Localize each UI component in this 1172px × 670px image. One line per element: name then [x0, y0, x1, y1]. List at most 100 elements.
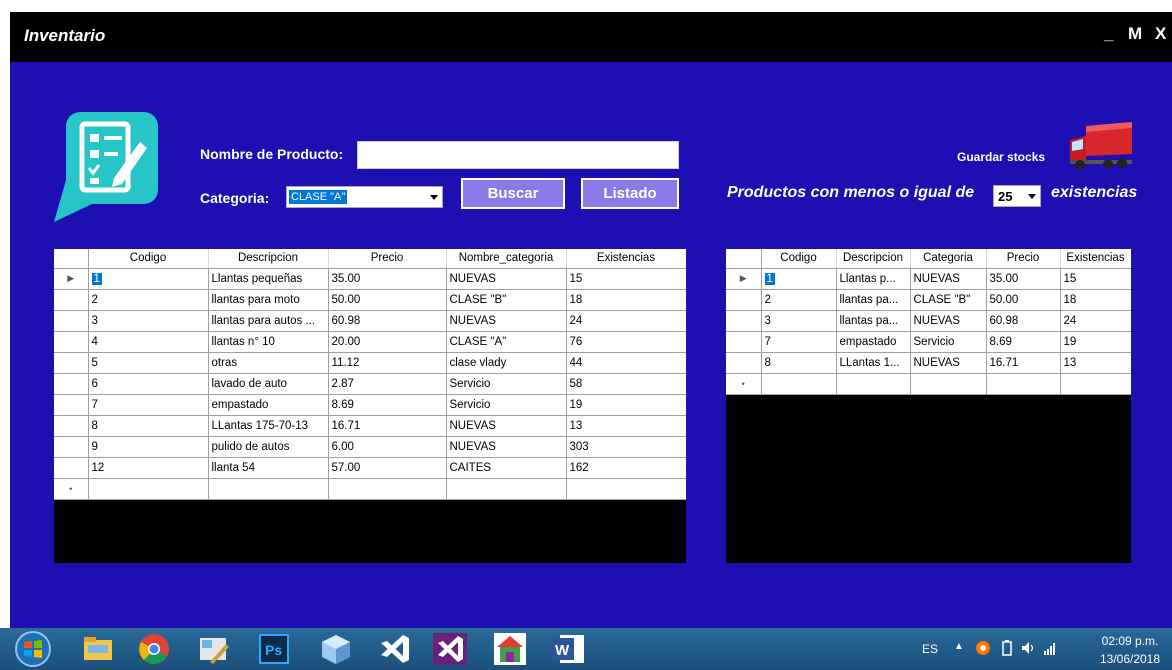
- battery-icon[interactable]: [999, 640, 1015, 656]
- row-header[interactable]: [726, 310, 762, 332]
- table-cell[interactable]: empastado: [836, 331, 911, 353]
- table-cell[interactable]: empastado: [208, 394, 329, 416]
- table-cell[interactable]: 15: [1060, 268, 1131, 290]
- table-cell[interactable]: 18: [1060, 289, 1131, 311]
- truck-icon[interactable]: [1068, 122, 1134, 172]
- row-header[interactable]: [54, 394, 89, 416]
- table-cell[interactable]: [208, 478, 329, 500]
- row-header[interactable]: [54, 457, 89, 479]
- table-cell[interactable]: [446, 478, 567, 500]
- table-cell[interactable]: llantas pa...: [836, 289, 911, 311]
- column-header[interactable]: Codigo: [88, 249, 209, 269]
- table-cell[interactable]: [88, 478, 209, 500]
- table-cell[interactable]: 24: [566, 310, 686, 332]
- new-row[interactable]: •: [54, 478, 686, 500]
- row-header[interactable]: [54, 373, 89, 395]
- language-indicator[interactable]: ES: [922, 642, 938, 656]
- table-cell[interactable]: llantas pa...: [836, 310, 911, 332]
- row-header[interactable]: [726, 289, 762, 311]
- row-header[interactable]: ▶: [726, 268, 762, 290]
- maximize-button[interactable]: M: [1128, 24, 1142, 44]
- table-cell[interactable]: 9: [88, 436, 209, 458]
- column-header[interactable]: Categoria: [910, 249, 987, 269]
- table-cell[interactable]: 50.00: [328, 289, 447, 311]
- table-cell[interactable]: 2: [88, 289, 209, 311]
- table-cell[interactable]: CLASE "A": [446, 331, 567, 353]
- table-cell[interactable]: 18: [566, 289, 686, 311]
- table-cell[interactable]: NUEVAS: [910, 310, 987, 332]
- table-cell[interactable]: llanta 54: [208, 457, 329, 479]
- volume-icon[interactable]: [1020, 640, 1036, 656]
- column-header[interactable]: Precio: [328, 249, 447, 269]
- table-cell[interactable]: llantas para moto: [208, 289, 329, 311]
- visual-studio-2-icon[interactable]: [432, 632, 468, 666]
- table-cell[interactable]: 3: [88, 310, 209, 332]
- table-cell[interactable]: 5: [88, 352, 209, 374]
- table-cell[interactable]: 12: [88, 457, 209, 479]
- table-row[interactable]: ▶ 1 Llantas p... NUEVAS 35.00 15: [726, 268, 1131, 290]
- chevron-down-icon[interactable]: [1027, 191, 1037, 201]
- table-cell[interactable]: NUEVAS: [910, 352, 987, 374]
- low-stock-grid[interactable]: Codigo Descripcion Categoria Precio Exis…: [726, 249, 1131, 563]
- listado-button[interactable]: Listado: [581, 178, 679, 209]
- table-cell[interactable]: 19: [566, 394, 686, 416]
- table-cell[interactable]: NUEVAS: [446, 310, 567, 332]
- file-explorer-icon[interactable]: [80, 632, 116, 666]
- table-cell[interactable]: 35.00: [328, 268, 447, 290]
- row-header[interactable]: [54, 415, 89, 437]
- table-cell[interactable]: 50.00: [986, 289, 1061, 311]
- table-cell[interactable]: [566, 478, 686, 500]
- table-cell[interactable]: 19: [1060, 331, 1131, 353]
- tools-icon[interactable]: [196, 632, 232, 666]
- table-cell[interactable]: [986, 373, 1061, 395]
- table-cell[interactable]: 16.71: [328, 415, 447, 437]
- column-header[interactable]: Descripcion: [208, 249, 329, 269]
- table-cell[interactable]: Servicio: [446, 394, 567, 416]
- table-cell[interactable]: 303: [566, 436, 686, 458]
- table-cell[interactable]: 24: [1060, 310, 1131, 332]
- table-cell[interactable]: 8: [761, 352, 837, 374]
- table-cell[interactable]: [1060, 373, 1131, 395]
- table-cell[interactable]: CLASE "B": [910, 289, 987, 311]
- table-cell[interactable]: otras: [208, 352, 329, 374]
- table-cell[interactable]: Servicio: [910, 331, 987, 353]
- chrome-icon[interactable]: [136, 632, 172, 666]
- table-cell[interactable]: 8: [88, 415, 209, 437]
- buscar-button[interactable]: Buscar: [461, 178, 565, 209]
- table-row[interactable]: 7 empastado 8.69 Servicio 19: [54, 394, 686, 416]
- table-row[interactable]: ▶ 1 Llantas pequeñas 35.00 NUEVAS 15: [54, 268, 686, 290]
- threshold-select[interactable]: 25: [993, 185, 1041, 207]
- table-cell[interactable]: 57.00: [328, 457, 447, 479]
- close-button[interactable]: X: [1155, 24, 1166, 44]
- table-cell[interactable]: 60.98: [986, 310, 1061, 332]
- table-cell[interactable]: CAITES: [446, 457, 567, 479]
- nombre-producto-input[interactable]: [357, 141, 679, 169]
- table-cell[interactable]: 35.00: [986, 268, 1061, 290]
- table-row[interactable]: 7 empastado Servicio 8.69 19: [726, 331, 1131, 353]
- table-cell[interactable]: pulido de autos: [208, 436, 329, 458]
- table-cell[interactable]: [836, 373, 911, 395]
- table-cell[interactable]: 58: [566, 373, 686, 395]
- table-cell[interactable]: NUEVAS: [910, 268, 987, 290]
- windows-start-icon[interactable]: [14, 630, 52, 668]
- table-cell[interactable]: llantas n° 10: [208, 331, 329, 353]
- table-cell[interactable]: 3: [761, 310, 837, 332]
- column-header[interactable]: Existencias: [566, 249, 686, 269]
- row-header[interactable]: [54, 436, 89, 458]
- table-cell[interactable]: 7: [761, 331, 837, 353]
- table-cell[interactable]: 44: [566, 352, 686, 374]
- row-header[interactable]: [726, 352, 762, 374]
- inventory-grid[interactable]: Codigo Descripcion Precio Nombre_categor…: [54, 249, 686, 563]
- column-header[interactable]: Nombre_categoria: [446, 249, 567, 269]
- table-cell[interactable]: [328, 478, 447, 500]
- word-icon[interactable]: W: [550, 632, 586, 666]
- table-row[interactable]: 6 lavado de auto 2.87 Servicio 58: [54, 373, 686, 395]
- row-header[interactable]: [54, 331, 89, 353]
- table-cell[interactable]: 6: [88, 373, 209, 395]
- table-cell[interactable]: NUEVAS: [446, 268, 567, 290]
- row-header[interactable]: [54, 352, 89, 374]
- row-header[interactable]: ▶: [54, 268, 89, 290]
- table-cell[interactable]: 2: [761, 289, 837, 311]
- new-row-marker[interactable]: •: [54, 478, 89, 500]
- table-cell[interactable]: 60.98: [328, 310, 447, 332]
